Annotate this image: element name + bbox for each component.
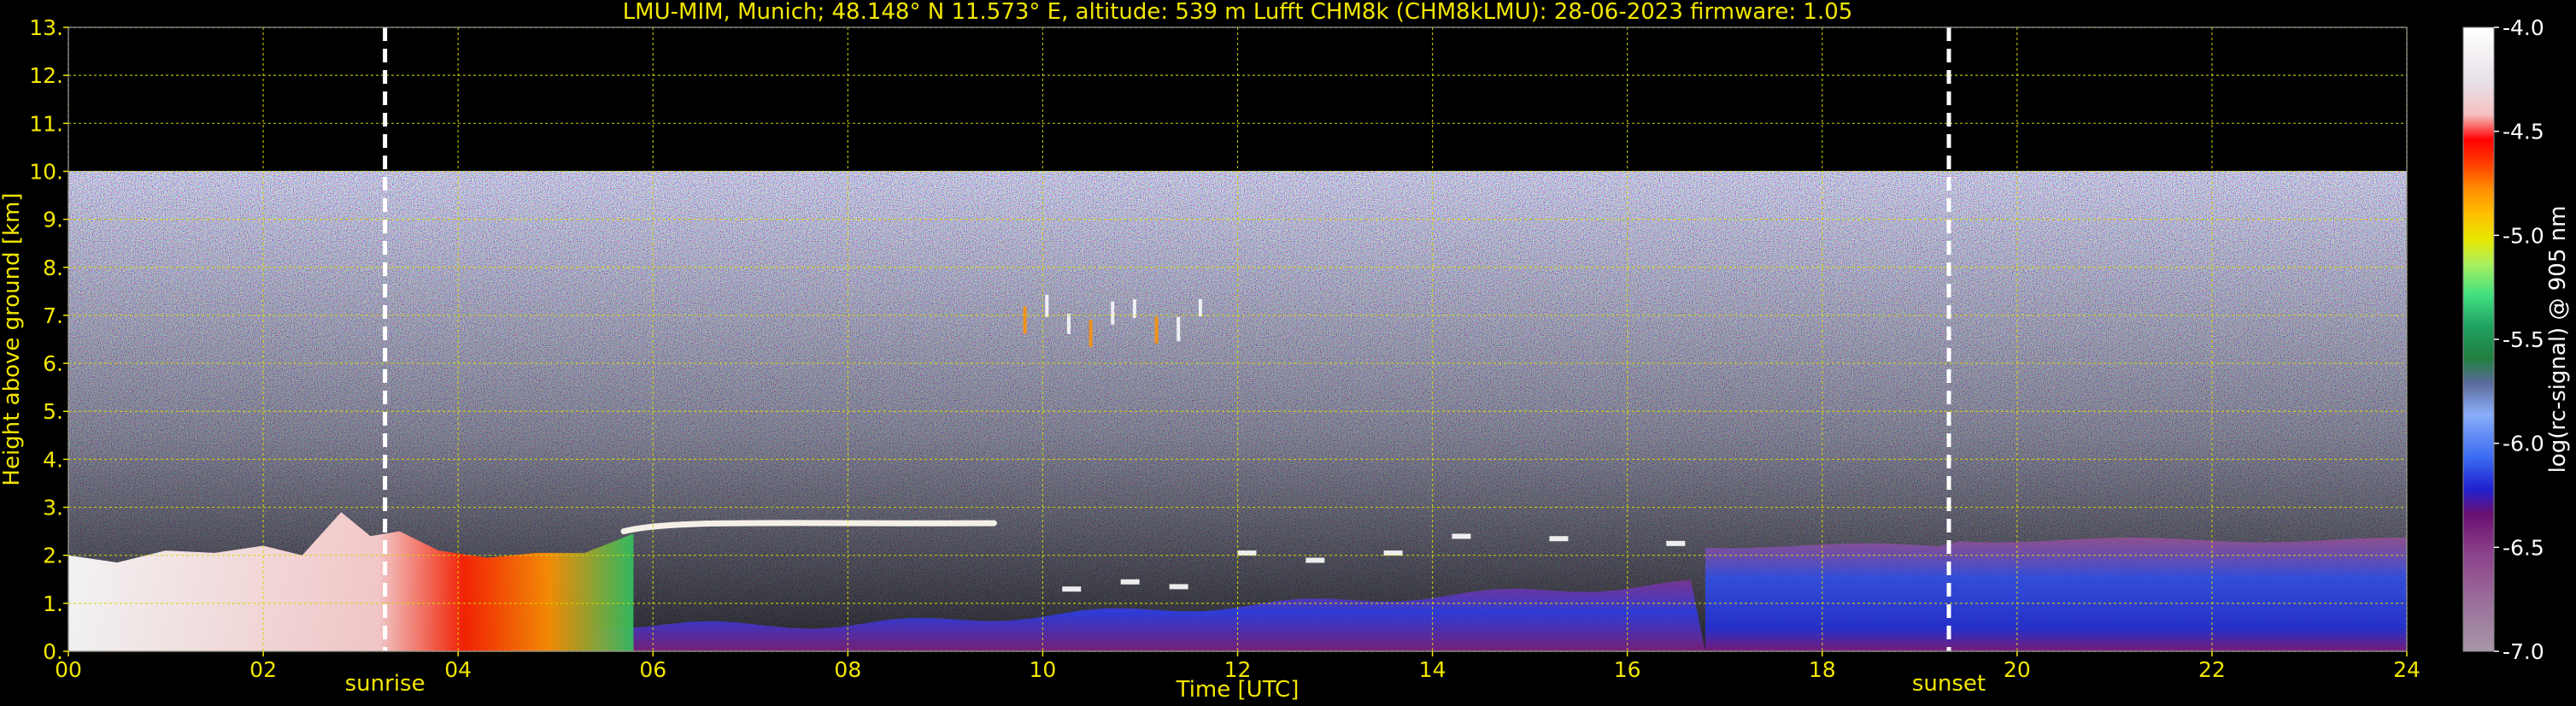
- colorbar-tick-label: -4.5: [2503, 120, 2544, 144]
- sunrise-label: sunrise: [345, 671, 425, 697]
- colorbar: -4.0 -4.5 -5.0 -5.5 -6.0 -6.5 -7.0 log(rc-sign…: [2462, 15, 2571, 664]
- colorbar-tick-label: -4.0: [2503, 15, 2544, 40]
- y-tick-label: 10.: [29, 159, 63, 184]
- x-tick-label: 18: [1809, 657, 1836, 682]
- chart-title: LMU-MIM, Munich; 48.148° N 11.573° E, al…: [623, 0, 1853, 25]
- x-tick-label: 14: [1419, 657, 1446, 682]
- colorbar-tick-label: -6.0: [2503, 432, 2544, 456]
- sunset-label: sunset: [1912, 671, 1986, 697]
- cirrus-streak-8: [1198, 299, 1202, 317]
- cirrus-streak-6: [1154, 316, 1159, 344]
- y-axis-label: Height above ground [km]: [0, 192, 25, 485]
- x-tick-label: 08: [834, 657, 861, 682]
- cumulus-8: [1666, 540, 1686, 546]
- x-tick-label: 22: [2198, 657, 2226, 682]
- cirrus-streak-2: [1066, 313, 1071, 334]
- cumulus-6: [1452, 533, 1471, 539]
- x-tick-label: 24: [2393, 657, 2421, 682]
- colorbar-gradient: [2462, 26, 2495, 652]
- colorbar-label: log(rc-signal) @ 905 nm: [2545, 206, 2571, 474]
- y-tick-label: 9.: [43, 208, 63, 232]
- cirrus-streak-4: [1111, 301, 1115, 325]
- y-tick-label: 12.: [29, 63, 63, 88]
- cumulus-0: [1062, 586, 1082, 592]
- y-tick-label: 11.: [29, 111, 63, 136]
- ceilometer-chart: sunrise sunset 00 02 04 06 08 10 12 14 16 18 20 22 24…: [0, 0, 2571, 703]
- x-tick-label: 10: [1030, 657, 1057, 682]
- colorbar-ticks: -4.0 -4.5 -5.0 -5.5 -6.0 -6.5 -7.0: [2494, 15, 2544, 664]
- cumulus-4: [1306, 557, 1325, 563]
- y-tick-label: 8.: [43, 256, 63, 280]
- x-tick-label: 20: [2004, 657, 2031, 682]
- y-tick-label: 0.: [43, 639, 63, 664]
- x-tick-label: 04: [444, 657, 472, 682]
- cirrus-streak-0: [1023, 306, 1027, 334]
- y-tick-label: 2.: [43, 544, 63, 568]
- cumulus-1: [1120, 579, 1140, 585]
- colorbar-tick-label: -5.5: [2503, 327, 2544, 352]
- y-tick-label: 6.: [43, 351, 63, 376]
- y-tick-label: 3.: [43, 496, 63, 521]
- cumulus-2: [1169, 584, 1188, 590]
- cirrus-streak-3: [1088, 320, 1093, 348]
- cumulus-7: [1549, 536, 1569, 542]
- colorbar-tick-label: -6.5: [2503, 535, 2544, 560]
- y-tick-label: 5.: [43, 399, 63, 424]
- x-tick-label: 16: [1614, 657, 1641, 682]
- y-tick-label: 13.: [29, 15, 63, 40]
- y-tick-label: 7.: [43, 303, 63, 328]
- x-tick-label: 06: [639, 657, 666, 682]
- cirrus-streak-1: [1045, 295, 1049, 317]
- colorbar-tick-label: -7.0: [2503, 639, 2544, 664]
- cirrus-streak-7: [1177, 316, 1181, 342]
- colorbar-tick-label: -5.0: [2503, 223, 2544, 248]
- x-axis-label: Time [UTC]: [1176, 677, 1300, 703]
- residual-layer: [1705, 537, 2407, 651]
- y-tick-label: 1.: [43, 591, 63, 616]
- x-tick-label: 02: [249, 657, 277, 682]
- y-tick-label: 4.: [43, 447, 63, 472]
